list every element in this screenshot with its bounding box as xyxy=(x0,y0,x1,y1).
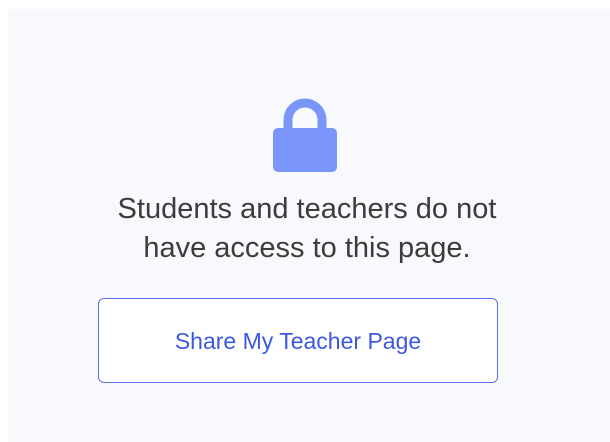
access-denied-message: Students and teachers do not have access… xyxy=(8,190,606,268)
lock-icon xyxy=(272,96,338,172)
share-teacher-page-button[interactable]: Share My Teacher Page xyxy=(98,298,498,383)
message-line-1: Students and teachers do not xyxy=(117,193,497,225)
message-line-2: have access to this page. xyxy=(143,232,471,264)
